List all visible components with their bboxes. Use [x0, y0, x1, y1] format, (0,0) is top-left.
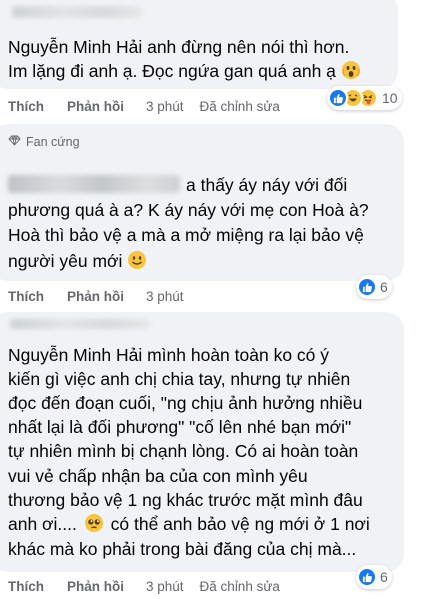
comment-3-line-8-text: anh ơi.... [8, 514, 77, 534]
reply-button[interactable]: Phản hồi [67, 579, 124, 594]
commenter-name-blurred-3 [10, 319, 150, 329]
comment-2-line-4-text: người yêu mới [8, 251, 123, 271]
reaction-summary-1[interactable]: 10 [327, 86, 402, 110]
commenter-name-blurred-1 [12, 6, 142, 18]
timestamp[interactable]: 3 phút [146, 99, 184, 114]
like-icon [328, 88, 348, 108]
comment-3-line-8: anh ơi.... có thể anh bảo vệ ng mới ở 1 … [8, 513, 370, 540]
smile-emoji-icon [127, 250, 147, 277]
reaction-count: 6 [380, 569, 388, 585]
comment-3-line-1: Nguyễn Minh Hải mình hoàn toàn ko có ý [8, 345, 330, 365]
like-icon [357, 567, 377, 587]
comment-3-line-7: thương bảo vệ 1 ng khác trước mặt mình đ… [8, 490, 363, 510]
fan-badge-label: Fan cứng [26, 135, 80, 149]
comment-1-line-1: Nguyễn Minh Hải anh đừng nên nói thì hơn… [8, 37, 350, 57]
timestamp[interactable]: 3 phút [146, 579, 184, 594]
comment-3-line-9-text: có thể anh bảo vệ ng mới ở 1 nơi [110, 514, 370, 534]
comment-3-line-4: nhất lại là đối phương" "cố lên nhé bạn … [8, 417, 352, 437]
like-button[interactable]: Thích [8, 99, 44, 114]
shocked-emoji-icon [341, 60, 361, 87]
reaction-count: 6 [380, 279, 388, 295]
edited-label[interactable]: Đã chỉnh sửa [200, 579, 280, 594]
edited-label[interactable]: Đã chỉnh sửa [200, 99, 280, 114]
comment-2-line-1: a thấy áy náy với đối [186, 175, 348, 195]
reply-button[interactable]: Phản hồi [67, 289, 124, 304]
comment-3-actions: Thích Phản hồi 3 phút Đã chỉnh sửa [8, 579, 280, 594]
like-icon [357, 277, 377, 297]
like-button[interactable]: Thích [8, 289, 44, 304]
comment-2-line-4: người yêu mới [8, 250, 147, 277]
diamond-icon [8, 134, 21, 149]
reply-button[interactable]: Phản hồi [67, 99, 124, 114]
comment-1-line-2: Im lặng đi anh ạ. Đọc ngứa gan quá anh ạ [8, 60, 361, 87]
timestamp[interactable]: 3 phút [146, 289, 184, 304]
comment-3-line-5: tự nhiên mình bị chạnh lòng. Có ai hoàn … [8, 441, 359, 461]
comment-3-line-2: kiến gì việc anh chị chia tay, nhưng tự … [8, 369, 351, 389]
comment-3-line-10: khác mà ko phải trong bài đăng của chị m… [8, 539, 357, 559]
comment-1-actions: Thích Phản hồi 3 phút Đã chỉnh sửa [8, 99, 280, 114]
reaction-summary-2[interactable]: 6 [356, 275, 392, 299]
comment-2-line-3: Hoà thì bảo vệ a mà a mở miệng ra lại bả… [8, 225, 364, 245]
comment-2-actions: Thích Phản hồi 3 phút [8, 289, 184, 304]
comment-2-line-2: phương quá à a? K áy náy với mẹ con Hoà … [8, 200, 369, 220]
fan-badge: Fan cứng [8, 134, 80, 149]
comment-3-line-6: vui vẻ chấp nhận ba của con mình yêu [8, 466, 308, 486]
commenter-name-blurred-2 [8, 175, 180, 193]
reaction-summary-3[interactable]: 6 [356, 565, 392, 589]
reaction-count: 10 [382, 90, 398, 106]
comment-3-line-3: đọc đến đoạn cuối, "ng chịu ảnh hưởng nh… [8, 393, 363, 413]
comment-1-line-2-text: Im lặng đi anh ạ. Đọc ngứa gan quá anh ạ [8, 61, 336, 81]
like-button[interactable]: Thích [8, 579, 44, 594]
pleading-emoji-icon [84, 513, 104, 540]
